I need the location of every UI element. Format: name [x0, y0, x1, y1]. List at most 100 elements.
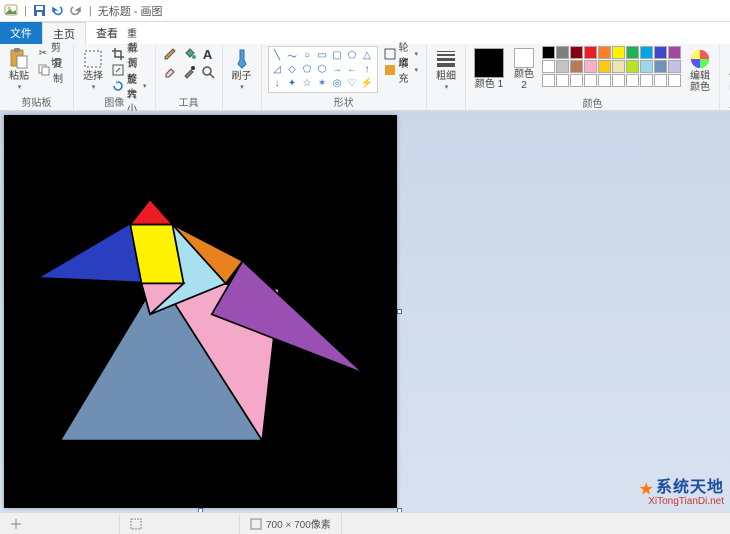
- eyedropper-icon[interactable]: [181, 64, 197, 80]
- redo-icon[interactable]: [69, 4, 83, 18]
- palette-color[interactable]: [654, 74, 667, 87]
- shape-oval[interactable]: ○: [301, 49, 314, 61]
- color1-button[interactable]: 颜色 1: [472, 46, 506, 92]
- palette-color[interactable]: [598, 74, 611, 87]
- palette-color[interactable]: [626, 46, 639, 59]
- shape-triangle[interactable]: △: [361, 49, 374, 61]
- cursor-pos-icon: [10, 518, 22, 530]
- color1-label: 颜色 1: [475, 79, 503, 90]
- palette-color[interactable]: [570, 60, 583, 73]
- shape-arrow-d[interactable]: ↓: [271, 77, 284, 89]
- color2-button[interactable]: 颜色 2: [512, 46, 536, 93]
- palette-color[interactable]: [598, 60, 611, 73]
- palette-color[interactable]: [668, 46, 681, 59]
- status-selection: [120, 513, 240, 534]
- shapes-gallery[interactable]: ╲ 〜 ○ ▭ ▢ ⬠ △ ◿ ◇ ⬠ ⬡ → ← ↑ ↓ ✦ ☆: [268, 46, 378, 93]
- app-icon: [4, 4, 18, 18]
- edit-colors-label: 编辑颜色: [689, 71, 711, 93]
- palette-color[interactable]: [654, 46, 667, 59]
- palette-color[interactable]: [570, 74, 583, 87]
- palette-color[interactable]: [640, 60, 653, 73]
- palette-color[interactable]: [584, 60, 597, 73]
- fill-bucket-icon: [384, 63, 396, 77]
- brush-icon: [231, 48, 253, 70]
- palette-color[interactable]: [626, 60, 639, 73]
- palette-color[interactable]: [654, 60, 667, 73]
- shape-lightning[interactable]: ⚡: [361, 77, 374, 89]
- watermark-url: XiTongTianDi.net: [648, 496, 724, 507]
- copy-button[interactable]: 复制: [36, 62, 67, 77]
- brush-button[interactable]: 刷子: [229, 46, 255, 93]
- shape-diamond[interactable]: ◇: [286, 63, 299, 75]
- shape-callout[interactable]: ◎: [331, 77, 344, 89]
- group-tools: A 工具: [156, 44, 223, 110]
- palette-color[interactable]: [612, 60, 625, 73]
- palette-color[interactable]: [612, 46, 625, 59]
- group-image: 选择 裁剪 重新调整大小 旋转 图像: [74, 44, 156, 110]
- palette-color[interactable]: [556, 60, 569, 73]
- shape-heart[interactable]: ♡: [346, 77, 359, 89]
- palette-color[interactable]: [640, 74, 653, 87]
- paste-button[interactable]: 粘贴: [6, 46, 32, 93]
- palette-color[interactable]: [668, 74, 681, 87]
- status-dimensions: 700 × 700像素: [240, 513, 342, 534]
- shape-curve[interactable]: 〜: [286, 49, 299, 61]
- palette-color[interactable]: [598, 46, 611, 59]
- palette-color[interactable]: [640, 46, 653, 59]
- status-cursor: [0, 513, 120, 534]
- color2-label: 颜色 2: [514, 69, 534, 91]
- edit-colors-icon: [689, 48, 711, 70]
- pencil-icon[interactable]: [162, 46, 178, 62]
- tab-file[interactable]: 文件: [0, 22, 42, 44]
- canvas[interactable]: [4, 115, 397, 508]
- fill-icon[interactable]: [181, 46, 197, 62]
- shape-star6[interactable]: ✶: [316, 77, 329, 89]
- shape-rect[interactable]: ▭: [316, 49, 329, 61]
- palette-color[interactable]: [668, 60, 681, 73]
- shape-polygon[interactable]: ⬠: [346, 49, 359, 61]
- palette-color[interactable]: [570, 46, 583, 59]
- save-icon[interactable]: [33, 4, 47, 18]
- group-shapes: ╲ 〜 ○ ▭ ▢ ⬠ △ ◿ ◇ ⬠ ⬡ → ← ↑ ↓ ✦ ☆: [261, 44, 428, 110]
- undo-icon[interactable]: [51, 4, 65, 18]
- paste-icon: [8, 48, 30, 70]
- shape-arrow-r[interactable]: →: [331, 63, 344, 75]
- shape-pentagon[interactable]: ⬠: [301, 63, 314, 75]
- palette-color[interactable]: [626, 74, 639, 87]
- palette-color[interactable]: [542, 46, 555, 59]
- shape-arrow-u[interactable]: ↑: [361, 63, 374, 75]
- dimensions-text: 700 × 700像素: [266, 516, 331, 531]
- shape-star4[interactable]: ✦: [286, 77, 299, 89]
- shape-arrow-l[interactable]: ←: [346, 63, 359, 75]
- crop-icon: [112, 47, 125, 61]
- shape-fill-button[interactable]: 填充: [382, 62, 421, 77]
- star-icon: [639, 482, 653, 496]
- palette-color[interactable]: [556, 74, 569, 87]
- eraser-icon[interactable]: [162, 64, 178, 80]
- palette-color[interactable]: [542, 74, 555, 87]
- select-button[interactable]: 选择: [80, 46, 106, 93]
- palette-color[interactable]: [584, 74, 597, 87]
- palette-color[interactable]: [556, 46, 569, 59]
- text-icon[interactable]: A: [200, 46, 216, 62]
- canvas-area[interactable]: [0, 111, 730, 512]
- palette-color[interactable]: [612, 74, 625, 87]
- palette-color[interactable]: [584, 46, 597, 59]
- shape-roundrect[interactable]: ▢: [331, 49, 344, 61]
- shape-line[interactable]: ╲: [271, 49, 284, 61]
- shape-star5[interactable]: ☆: [301, 77, 314, 89]
- select-icon: [82, 48, 104, 70]
- shape-right-tri[interactable]: ◿: [271, 63, 284, 75]
- resize-handle[interactable]: [397, 309, 402, 314]
- shape-hexagon[interactable]: ⬡: [316, 63, 329, 75]
- cut-icon: ✂: [38, 47, 48, 61]
- group-brush: 刷子: [223, 44, 261, 110]
- rotate-button[interactable]: 旋转: [110, 78, 149, 93]
- group-label-clipboard: 剪贴板: [6, 94, 67, 110]
- edit-colors-button[interactable]: 编辑颜色: [687, 46, 713, 95]
- watermark-zh: 系统天地: [656, 479, 724, 496]
- size-button[interactable]: 粗细: [433, 46, 459, 93]
- tab-view[interactable]: 查看: [86, 22, 128, 44]
- magnifier-icon[interactable]: [200, 64, 216, 80]
- palette-color[interactable]: [542, 60, 555, 73]
